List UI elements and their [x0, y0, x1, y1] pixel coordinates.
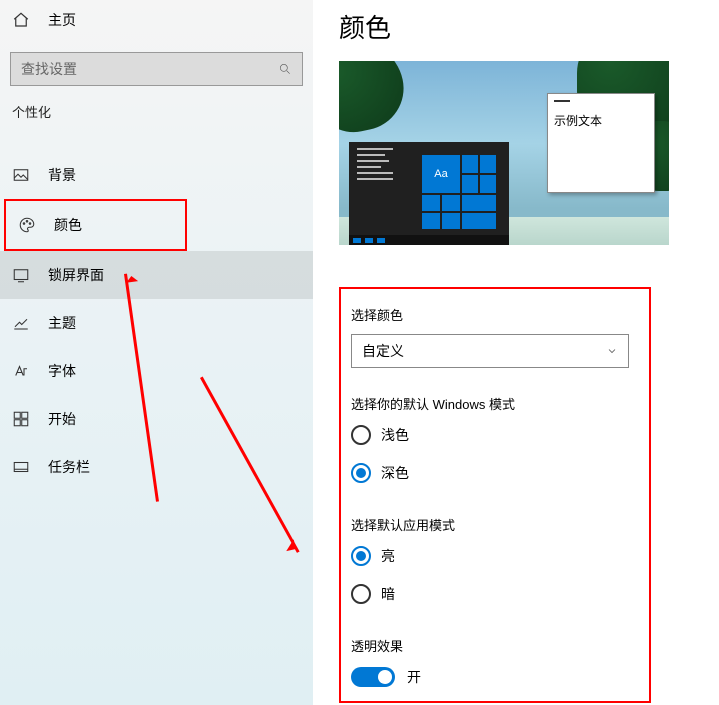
sidebar-item-label: 锁屏界面 [48, 265, 104, 285]
font-icon [12, 362, 30, 380]
lockscreen-icon [12, 266, 30, 284]
sidebar-item-fonts[interactable]: 字体 [0, 347, 313, 395]
search-placeholder: 查找设置 [21, 59, 77, 79]
sidebar-item-lockscreen[interactable]: 锁屏界面 [0, 251, 313, 299]
app-mode-label: 选择默认应用模式 [351, 515, 639, 534]
home-label: 主页 [48, 10, 76, 30]
sidebar-item-themes[interactable]: 主题 [0, 299, 313, 347]
start-icon [12, 410, 30, 428]
nav-list: 背景 颜色 锁屏界面 主题 字体 开始 任务栏 [0, 151, 313, 491]
app-mode-dark[interactable]: 暗 [351, 584, 639, 604]
color-settings-panel: 选择颜色 自定义 选择你的默认 Windows 模式 浅色 深色 选择默认应用模… [339, 287, 651, 703]
sidebar-item-start[interactable]: 开始 [0, 395, 313, 443]
theme-icon [12, 314, 30, 332]
sidebar-item-background[interactable]: 背景 [0, 151, 313, 199]
sidebar-item-label: 任务栏 [48, 457, 90, 477]
choose-color-label: 选择颜色 [351, 305, 639, 324]
sidebar-item-label: 开始 [48, 409, 76, 429]
sidebar-item-colors[interactable]: 颜色 [6, 201, 185, 249]
choose-color-value: 自定义 [362, 341, 404, 361]
sidebar-item-label: 主题 [48, 313, 76, 333]
radio-label: 暗 [381, 584, 395, 604]
windows-mode-light[interactable]: 浅色 [351, 425, 639, 445]
radio-label: 浅色 [381, 425, 409, 445]
radio-icon [351, 425, 371, 445]
chevron-down-icon [606, 345, 618, 357]
transparency-toggle[interactable] [351, 667, 395, 687]
choose-color-select[interactable]: 自定义 [351, 334, 629, 368]
sidebar: 主页 查找设置 个性化 背景 颜色 锁屏界面 主题 字体 [0, 0, 313, 705]
color-preview: Aa 示例文本 [339, 61, 669, 245]
app-mode-light[interactable]: 亮 [351, 546, 639, 566]
main-content: 颜色 Aa 示例文本 选择颜色 自定义 选择你的默认 Wi [313, 0, 719, 705]
preview-tile-accent: Aa [422, 155, 460, 193]
home-button[interactable]: 主页 [0, 0, 313, 40]
palette-icon [18, 216, 36, 234]
transparency-state: 开 [407, 667, 421, 687]
transparency-label: 透明效果 [351, 636, 639, 655]
picture-icon [12, 166, 30, 184]
home-icon [12, 11, 30, 29]
taskbar-icon [12, 458, 30, 476]
radio-icon [351, 546, 371, 566]
preview-taskbar: Aa [349, 142, 509, 235]
radio-icon [351, 463, 371, 483]
preview-window: 示例文本 [547, 93, 655, 193]
windows-mode-label: 选择你的默认 Windows 模式 [351, 394, 639, 413]
sidebar-item-label: 背景 [48, 165, 76, 185]
section-title: 个性化 [0, 102, 313, 129]
sidebar-item-label: 颜色 [54, 215, 82, 235]
radio-label: 深色 [381, 463, 409, 483]
search-input[interactable]: 查找设置 [10, 52, 303, 86]
windows-mode-dark[interactable]: 深色 [351, 463, 639, 483]
radio-icon [351, 584, 371, 604]
preview-sample-text: 示例文本 [554, 112, 648, 129]
radio-label: 亮 [381, 546, 395, 566]
page-title: 颜色 [339, 8, 699, 45]
sidebar-item-label: 字体 [48, 361, 76, 381]
search-icon [278, 62, 292, 76]
